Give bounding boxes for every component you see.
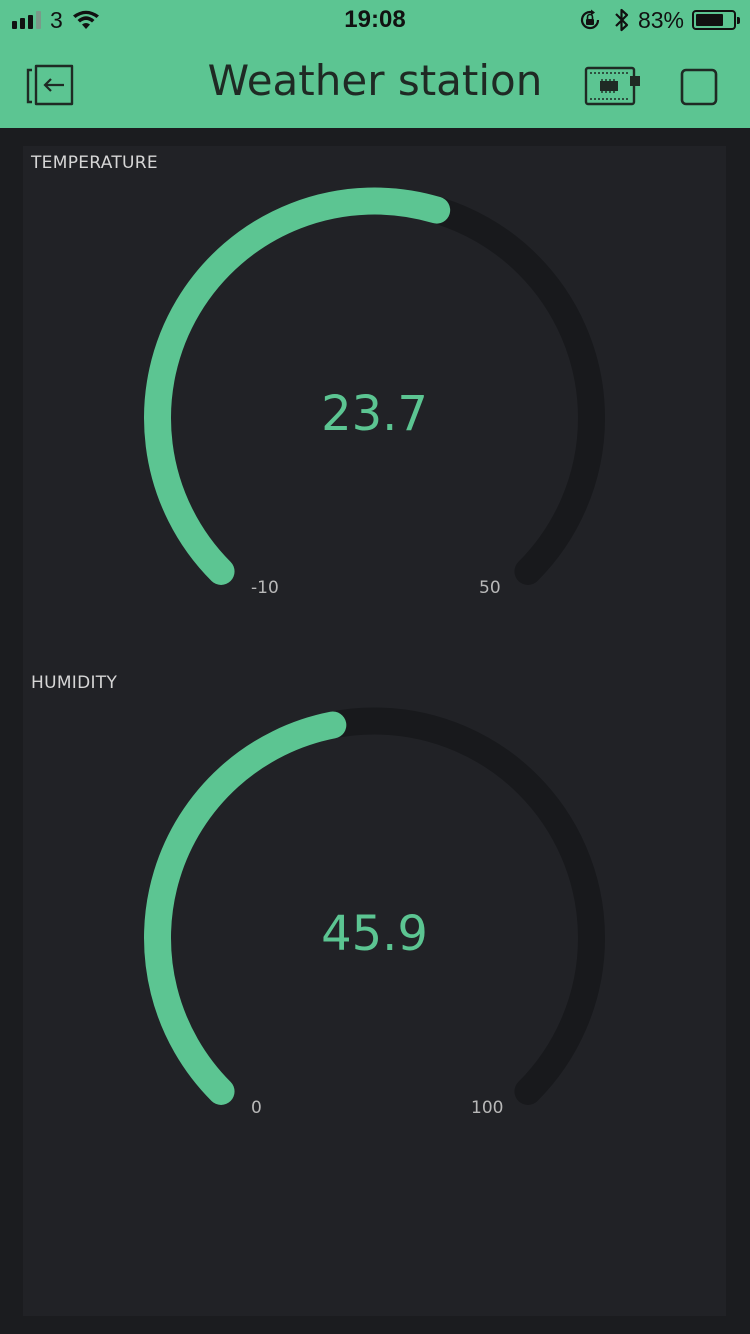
temperature-max-label: 50	[479, 578, 501, 598]
battery-fill	[696, 14, 723, 26]
temperature-min-label: -10	[251, 578, 279, 598]
widget-label-temperature: TEMPERATURE	[31, 153, 158, 173]
stop-button[interactable]	[680, 68, 718, 110]
device-button[interactable]	[584, 64, 644, 112]
battery-percent: 83%	[637, 6, 684, 33]
bluetooth-icon	[615, 8, 629, 32]
humidity-value: 45.9	[321, 906, 428, 962]
app-header: Weather station	[0, 40, 750, 128]
status-bar: 3 19:08 83%	[0, 0, 750, 40]
dashboard-canvas: TEMPERATURE 23.7 -10 50 HUMIDITY 45.9 0 …	[23, 146, 726, 1316]
stop-square-icon	[680, 68, 718, 106]
device-board-icon	[584, 66, 640, 106]
humidity-max-label: 100	[471, 1098, 504, 1118]
battery-icon	[692, 10, 740, 30]
status-right: 83%	[578, 6, 740, 34]
humidity-min-label: 0	[251, 1098, 262, 1118]
widget-label-humidity: HUMIDITY	[31, 673, 118, 693]
rotation-lock-icon	[580, 9, 600, 30]
temperature-value: 23.7	[321, 386, 428, 442]
